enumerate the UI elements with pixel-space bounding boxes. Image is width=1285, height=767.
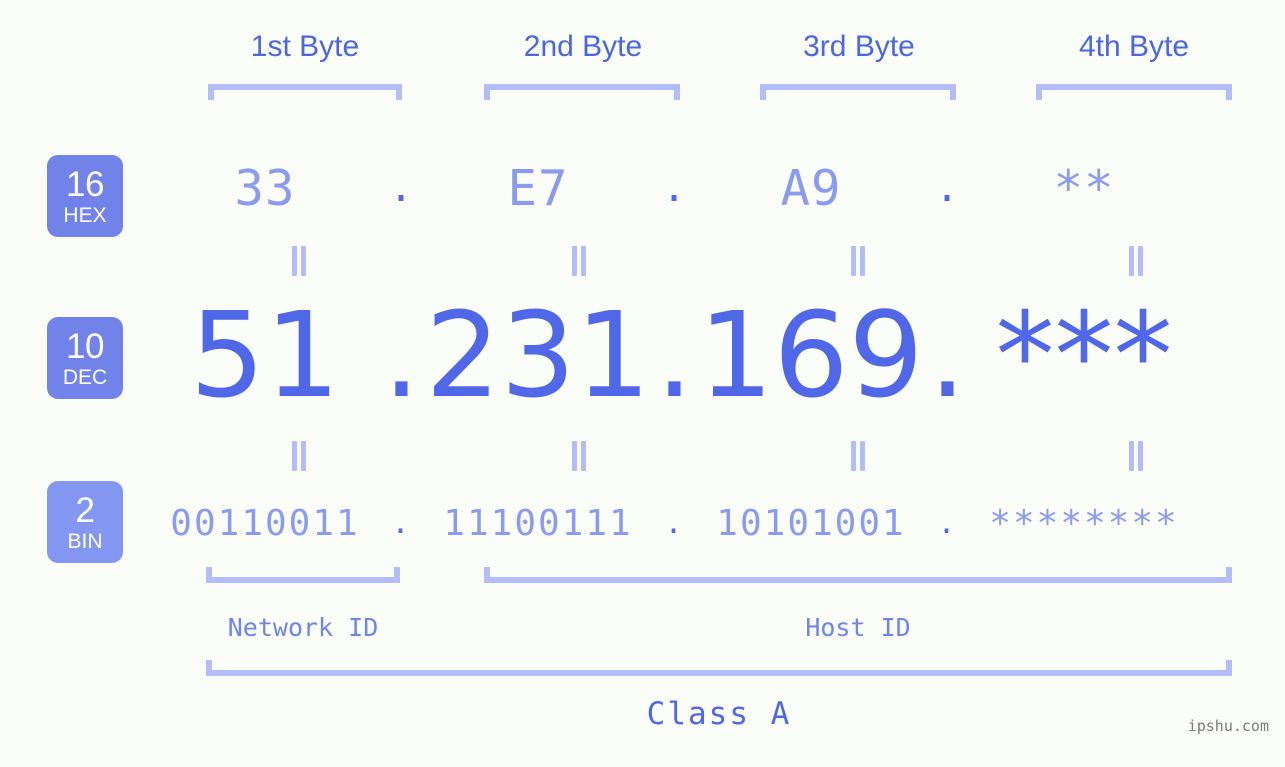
base-badge-dec: 10 DEC (47, 317, 123, 399)
dec-byte-4: *** (995, 286, 1173, 424)
host-id-bracket (484, 567, 1232, 583)
byte-header-1: 1st Byte (250, 30, 360, 63)
site-watermark: ipshu.com (1187, 717, 1269, 735)
base-badge-hex-number: 16 (66, 164, 104, 204)
equals-marker-hex-dec-2 (570, 246, 588, 276)
hex-separator-2: . (661, 165, 688, 211)
hex-value-row: 33 . E7 . A9 . ** (150, 152, 1270, 224)
byte-header-3: 3rd Byte (803, 30, 915, 63)
base-badge-bin: 2 BIN (47, 481, 123, 563)
equals-marker-hex-dec-3 (849, 246, 867, 276)
hex-separator-3: . (934, 165, 961, 211)
byte-header-4: 4th Byte (1078, 30, 1190, 63)
network-id-bracket (206, 567, 400, 583)
hex-separator-1: . (388, 165, 415, 211)
base-badge-dec-label: DEC (62, 365, 108, 389)
dec-separator-1: . (382, 286, 421, 424)
hex-byte-4: ** (1053, 159, 1115, 217)
equals-marker-hex-dec-1 (290, 246, 308, 276)
byte-header-2: 2nd Byte (523, 30, 643, 63)
ip-address-breakdown-diagram: 1st Byte 2nd Byte 3rd Byte 4th Byte 16 H… (0, 0, 1285, 767)
base-badge-bin-number: 2 (75, 490, 95, 530)
bin-value-row: 00110011 . 11100111 . 10101001 . *******… (150, 490, 1270, 556)
byte-bracket-4 (1036, 84, 1232, 100)
bin-separator-3: . (937, 505, 958, 541)
byte-bracket-1 (208, 84, 402, 100)
dec-separator-3: . (928, 286, 967, 424)
bin-byte-3: 10101001 (716, 502, 906, 544)
dec-separator-2: . (655, 286, 694, 424)
base-badge-dec-number: 10 (66, 326, 104, 366)
dec-value-row: 51 . 231 . 169 . *** (150, 286, 1270, 424)
bin-byte-1: 00110011 (170, 502, 360, 544)
base-badge-hex: 16 HEX (47, 155, 123, 237)
equals-marker-dec-bin-3 (849, 441, 867, 471)
equals-marker-hex-dec-4 (1127, 246, 1145, 276)
equals-marker-dec-bin-2 (570, 441, 588, 471)
bin-byte-2: 11100111 (443, 502, 633, 544)
class-bracket (206, 660, 1232, 676)
network-id-label: Network ID (227, 613, 379, 642)
hex-byte-1: 33 (234, 159, 296, 217)
dec-byte-2: 231 (425, 286, 651, 424)
equals-marker-dec-bin-4 (1127, 441, 1145, 471)
dec-byte-3: 169 (698, 286, 924, 424)
equals-marker-dec-bin-1 (290, 441, 308, 471)
host-id-label: Host ID (805, 613, 911, 642)
dec-byte-1: 51 (189, 286, 341, 424)
hex-byte-2: E7 (507, 159, 569, 217)
hex-byte-3: A9 (780, 159, 842, 217)
byte-bracket-2 (484, 84, 680, 100)
bin-separator-1: . (391, 505, 412, 541)
bin-byte-4: ******** (989, 502, 1179, 544)
bin-separator-2: . (664, 505, 685, 541)
class-label: Class A (646, 696, 792, 732)
base-badge-bin-label: BIN (67, 529, 103, 553)
byte-bracket-3 (760, 84, 956, 100)
base-badge-hex-label: HEX (63, 203, 107, 227)
